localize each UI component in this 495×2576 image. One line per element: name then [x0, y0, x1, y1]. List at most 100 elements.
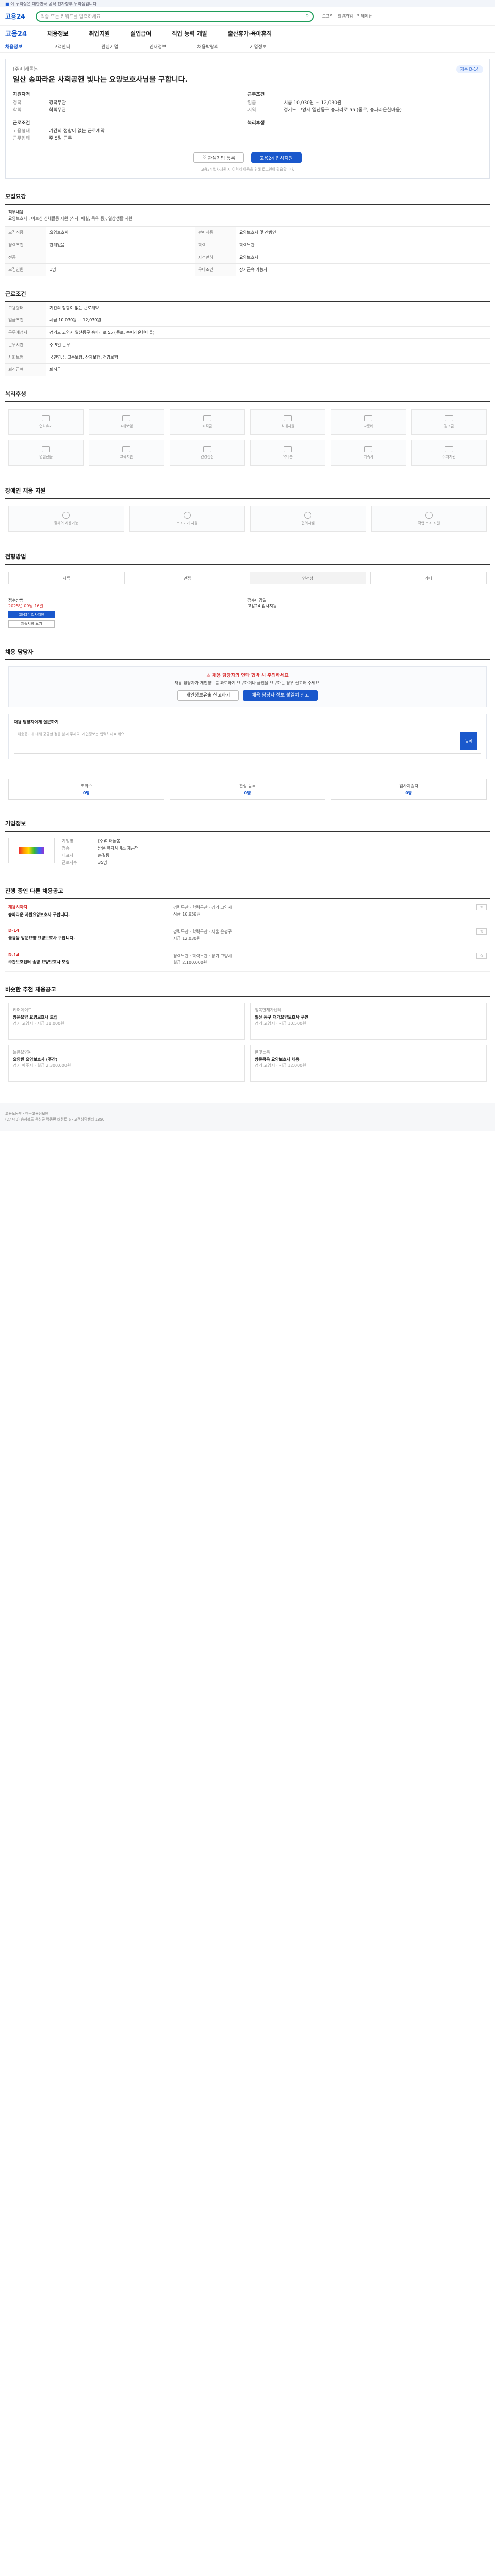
shield-icon — [122, 415, 131, 421]
job-item-title[interactable]: 송파라운 자원요양보호사 구합니다. — [8, 912, 173, 918]
recruit-section: 모집요강 직무내용 요양보호사 : 어르신 신체활동 지원 (식사, 배설, 목… — [5, 192, 490, 276]
rec-title[interactable]: 요양원 요양보호사 (주간) — [13, 1057, 240, 1063]
gnb-brand[interactable]: 고용24 — [5, 28, 27, 38]
welfare-label: 명절선물 — [39, 455, 53, 459]
welfare-item: 연차휴가 — [8, 409, 84, 435]
welfare-item: 기숙사 — [331, 440, 406, 466]
row-key: 모집직종 — [5, 227, 46, 239]
summary-key: 임금 — [248, 100, 256, 106]
gnb-item-jobs[interactable]: 채용정보 — [47, 29, 68, 38]
apply-button[interactable]: 고용24 입사지원 — [251, 152, 302, 163]
question-submit-button[interactable]: 등록 — [460, 732, 477, 750]
recommended-card[interactable]: 케어메이트 방문요양 요양보호사 모집 경기 고양시 · 시급 11,000원 — [8, 1003, 245, 1040]
barrier-item: 편의시설 — [250, 506, 366, 532]
question-box: 채용 담당자에게 질문하기 채용공고에 대해 궁금한 점을 남겨 주세요. 개인… — [8, 714, 487, 759]
job-desc-text: 요양보호사 : 어르신 신체활동 지원 (식사, 배설, 목욕 등), 일상생활… — [8, 216, 133, 221]
rec-title[interactable]: 방문목욕 요양보호사 채용 — [255, 1057, 482, 1063]
gov-banner-text: 이 누리집은 대한민국 공식 전자정부 누리집입니다. — [10, 2, 98, 6]
subtab-fair[interactable]: 채용박람회 — [197, 43, 219, 50]
job-summary: 지원자격 경력 경력무관 학력 학력무관 근로조건 고용형태 기간의 정함이 없는 근… — [13, 91, 482, 142]
job-item-title[interactable]: 주간보호센터 송영 요양보호사 모집 — [8, 959, 173, 965]
interest-button[interactable]: ♡ 관심기업 등록 — [193, 152, 244, 163]
welfare-item: 유니폼 — [250, 440, 326, 466]
section-title: 진행 중인 다른 채용공고 — [5, 887, 490, 899]
search-icon[interactable]: ⚲ — [305, 14, 309, 19]
company-name[interactable]: (주)미래돌봄 — [13, 65, 482, 72]
row-key: 임금조건 — [5, 314, 46, 327]
job-item-pay: 월급 2,100,000원 — [173, 960, 207, 965]
calendar-icon — [42, 415, 51, 421]
job-title: 일산 송파라운 사회공헌 빛나는 요양보호사님을 구합니다. — [13, 76, 188, 84]
stat-label: 입사지원자 — [399, 783, 419, 788]
rec-company: 한빛돌봄 — [255, 1050, 270, 1055]
section-title: 비슷한 추천 채용공고 — [5, 985, 490, 997]
home-icon — [364, 446, 373, 452]
stat-card: 조회수 0명 — [8, 779, 164, 800]
site-logo[interactable]: 고용24 — [5, 12, 25, 21]
row-key: 근무예정지 — [5, 326, 46, 339]
row-value: 요양보호사 — [46, 227, 195, 239]
welfare-label: 건강검진 — [200, 455, 214, 459]
recommended-card[interactable]: 늘봄요양원요양원 요양보호사 (주간) 경기 파주시 · 월급 2,300,000… — [8, 1045, 245, 1082]
search-input[interactable]: 직종 또는 키워드를 입력하세요 ⚲ — [35, 11, 314, 22]
report-mismatch-button[interactable]: 채용 담당자 정보 불일치 신고 — [243, 690, 318, 701]
subtab-jobs[interactable]: 채용정보 — [5, 43, 22, 50]
list-item[interactable]: D-14 주간보호센터 송영 요양보호사 모집 경력무관 · 학력무관 · 경기 … — [5, 947, 490, 972]
summary-group-title: 근무조건 — [248, 92, 265, 97]
subtab-center[interactable]: 고객센터 — [53, 43, 70, 50]
subtab-company[interactable]: 기업정보 — [250, 43, 267, 50]
bookmark-icon[interactable]: ☆ — [476, 953, 487, 959]
manager-section: 채용 담당자 ⚠ 채용 담당자의 연락 협박 시 주의하세요 채용 담당자가 개… — [5, 648, 490, 759]
shirt-icon — [284, 446, 292, 452]
job-item-title[interactable]: 불광동 방문요양 요양보호사 구합니다. — [8, 935, 173, 941]
login-link[interactable]: 로그인 — [322, 13, 334, 19]
signup-link[interactable]: 회원가입 — [338, 13, 353, 19]
welfare-grid: 연차휴가 4대보험 퇴직금 식대지원 교통비 경조금 명절선물 교육지원 건강검… — [5, 402, 490, 473]
warning-buttons: 개인정보유출 신고하기 채용 담당자 정보 불일치 신고 — [15, 690, 480, 701]
list-item[interactable]: 채용시까지 송파라운 자원요양보호사 구합니다. 경력무관 · 학력무관 · 경기… — [5, 899, 490, 923]
summary-key: 지역 — [248, 108, 256, 113]
step-item: 인적성 — [250, 572, 366, 584]
bookmark-icon[interactable]: ☆ — [476, 904, 487, 910]
welfare-item: 4대보험 — [89, 409, 164, 435]
company-section: 기업정보 기업명 (주)미래돌봄 업종 방문 복지서비스 제공업 대표자 홍길동 근로… — [5, 819, 490, 873]
company-key: 대표자 — [62, 853, 74, 858]
subtab-talent[interactable]: 인재정보 — [149, 43, 166, 50]
rec-company: 늘봄요양원 — [13, 1050, 32, 1055]
tool-icon — [183, 512, 191, 519]
action-row: ♡ 관심기업 등록 고용24 입사지원 — [13, 152, 482, 163]
rec-title[interactable]: 방문요양 요양보호사 모집 — [13, 1014, 240, 1021]
recommended-card[interactable]: 한빛돌봄 방문목욕 요양보호사 채용 경기 고양시 · 시급 12,000원 — [250, 1045, 487, 1082]
welfare-label: 유니폼 — [283, 455, 293, 459]
gnb-item-training[interactable]: 직업 능력 개발 — [172, 29, 207, 38]
wallet-icon — [203, 415, 211, 421]
subtab-interest[interactable]: 관심기업 — [101, 43, 118, 50]
report-privacy-button[interactable]: 개인정보유출 신고하기 — [177, 690, 239, 701]
warning-box: ⚠ 채용 담당자의 연락 협박 시 주의하세요 채용 담당자가 개인정보를 과도… — [8, 666, 487, 707]
section-title: 기업정보 — [5, 819, 490, 832]
interest-label: 관심기업 등록 — [208, 156, 235, 161]
rec-meta: 경기 파주시 · 월급 2,300,000원 — [13, 1063, 71, 1068]
question-textarea[interactable]: 채용공고에 대해 궁금한 점을 남겨 주세요. 개인정보는 입력하지 마세요. … — [14, 728, 481, 754]
summary-key: 경력 — [13, 100, 22, 106]
list-item[interactable]: D-14 불광동 방문요양 요양보호사 구합니다. 경력무관 · 학력무관 · 서… — [5, 923, 490, 947]
welfare-label: 식대지원 — [281, 424, 295, 428]
other-jobs-section: 진행 중인 다른 채용공고 채용시까지 송파라운 자원요양보호사 구합니다. 경력… — [5, 887, 490, 972]
all-menu-link[interactable]: 전체메뉴 — [357, 13, 372, 19]
documents-button[interactable]: 제출서류 보기 — [8, 620, 55, 628]
apply-online-button[interactable]: 고용24 입사지원 — [8, 611, 55, 618]
gnb-item-unemployment[interactable]: 실업급여 — [130, 29, 151, 38]
welfare-label: 교육지원 — [120, 455, 134, 459]
welfare-item: 교통비 — [331, 409, 406, 435]
recommended-card[interactable]: 행복한재가센터 일산 동구 재가요양보호사 구인 경기 고양시 · 시급 10,50… — [250, 1003, 487, 1040]
rec-title[interactable]: 일산 동구 재가요양보호사 구인 — [255, 1014, 482, 1021]
row-value: 요양보호사 및 간병인 — [236, 227, 490, 239]
section-title: 근로조건 — [5, 290, 490, 302]
gnb-item-leave[interactable]: 출산휴가·육아휴직 — [228, 29, 272, 38]
barrier-item: 작업 보조 지원 — [371, 506, 487, 532]
gnb-item-support[interactable]: 취업지원 — [89, 29, 110, 38]
bookmark-icon[interactable]: ☆ — [476, 928, 487, 935]
stat-label: 조회수 — [80, 783, 92, 788]
summary-value: 학력무관 — [49, 108, 67, 113]
rec-company: 행복한재가센터 — [255, 1008, 282, 1012]
